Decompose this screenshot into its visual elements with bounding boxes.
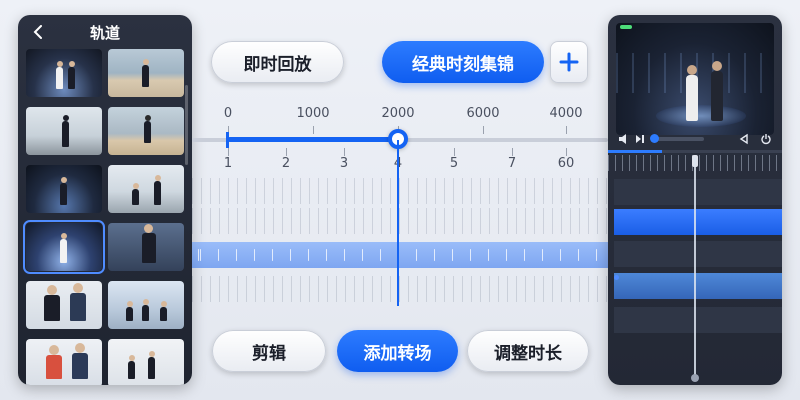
chevron-left-icon[interactable] [28, 22, 48, 42]
track-panel-header: 轨道 [18, 15, 192, 49]
thumbnail-studio-walk[interactable] [26, 165, 102, 213]
playhead[interactable] [397, 140, 399, 306]
track-clip-selected[interactable] [614, 209, 782, 235]
track-panel: 轨道 [18, 15, 192, 385]
playback-remaining [662, 150, 782, 153]
clip-button[interactable]: 剪辑 [212, 330, 326, 372]
thumbnail-studio-stage[interactable] [23, 220, 105, 274]
playback-progress [608, 150, 662, 153]
volume-knob[interactable] [650, 134, 659, 143]
preview-playhead[interactable] [691, 157, 699, 382]
timeline-ruler: 0 1000 2000 6000 4000 1 2 3 4 5 7 60 [192, 96, 608, 306]
track-row [192, 276, 608, 302]
track-row [192, 178, 608, 204]
thumbnail-office-workers[interactable] [108, 339, 184, 385]
thumbnail-tablet-man[interactable] [108, 223, 184, 271]
instant-replay-button[interactable]: 即时回放 [211, 41, 344, 83]
bottom-scale-label: 5 [449, 156, 459, 171]
skip-icon[interactable] [632, 131, 648, 147]
classic-moments-button[interactable]: 经典时刻集锦 [382, 41, 544, 83]
thumbnail-office-pair[interactable] [26, 281, 102, 329]
track-clip[interactable] [614, 273, 782, 299]
volume-icon[interactable] [616, 131, 632, 147]
thumbnail-studio-couple[interactable] [26, 49, 102, 97]
thumbnail-grid [18, 49, 192, 385]
track-lane[interactable] [614, 179, 782, 205]
bottom-scale-label: 3 [339, 156, 349, 171]
video-preview[interactable] [616, 23, 774, 135]
rewind-icon[interactable] [736, 131, 752, 147]
scrub-track-progress [228, 137, 398, 142]
bottom-scale-label: 7 [507, 156, 517, 171]
bottom-scale: 1 2 3 4 5 7 60 [192, 156, 608, 174]
status-indicator [620, 25, 632, 29]
bottom-scale-label: 1 [223, 156, 233, 171]
volume-slider[interactable] [650, 134, 704, 143]
track-lane[interactable] [614, 241, 782, 267]
track-lane[interactable] [614, 307, 782, 333]
thumbnail-office-lobby[interactable] [108, 281, 184, 329]
preview-panel [608, 15, 782, 385]
active-track-band[interactable] [192, 242, 608, 268]
adjust-duration-button[interactable]: 调整时长 [467, 330, 589, 372]
thumbnail-building-people[interactable] [108, 165, 184, 213]
plus-icon[interactable] [550, 41, 588, 83]
thumbnail-balcony-back[interactable] [26, 107, 102, 155]
track-marker [614, 275, 619, 280]
track-row [192, 208, 608, 234]
track-panel-title: 轨道 [89, 23, 120, 42]
thumbnail-beach-figure[interactable] [108, 49, 184, 97]
thumbnail-office-couple[interactable] [26, 339, 102, 385]
bottom-scale-label: 60 [557, 156, 575, 171]
thumbnail-scrollbar[interactable] [185, 85, 188, 165]
power-icon[interactable] [758, 131, 774, 147]
thumbnail-beach-back[interactable] [108, 107, 184, 155]
playback-controls [608, 129, 782, 149]
scrub-track-start [226, 132, 229, 148]
bottom-scale-label: 2 [281, 156, 291, 171]
add-transition-button[interactable]: 添加转场 [337, 330, 458, 372]
